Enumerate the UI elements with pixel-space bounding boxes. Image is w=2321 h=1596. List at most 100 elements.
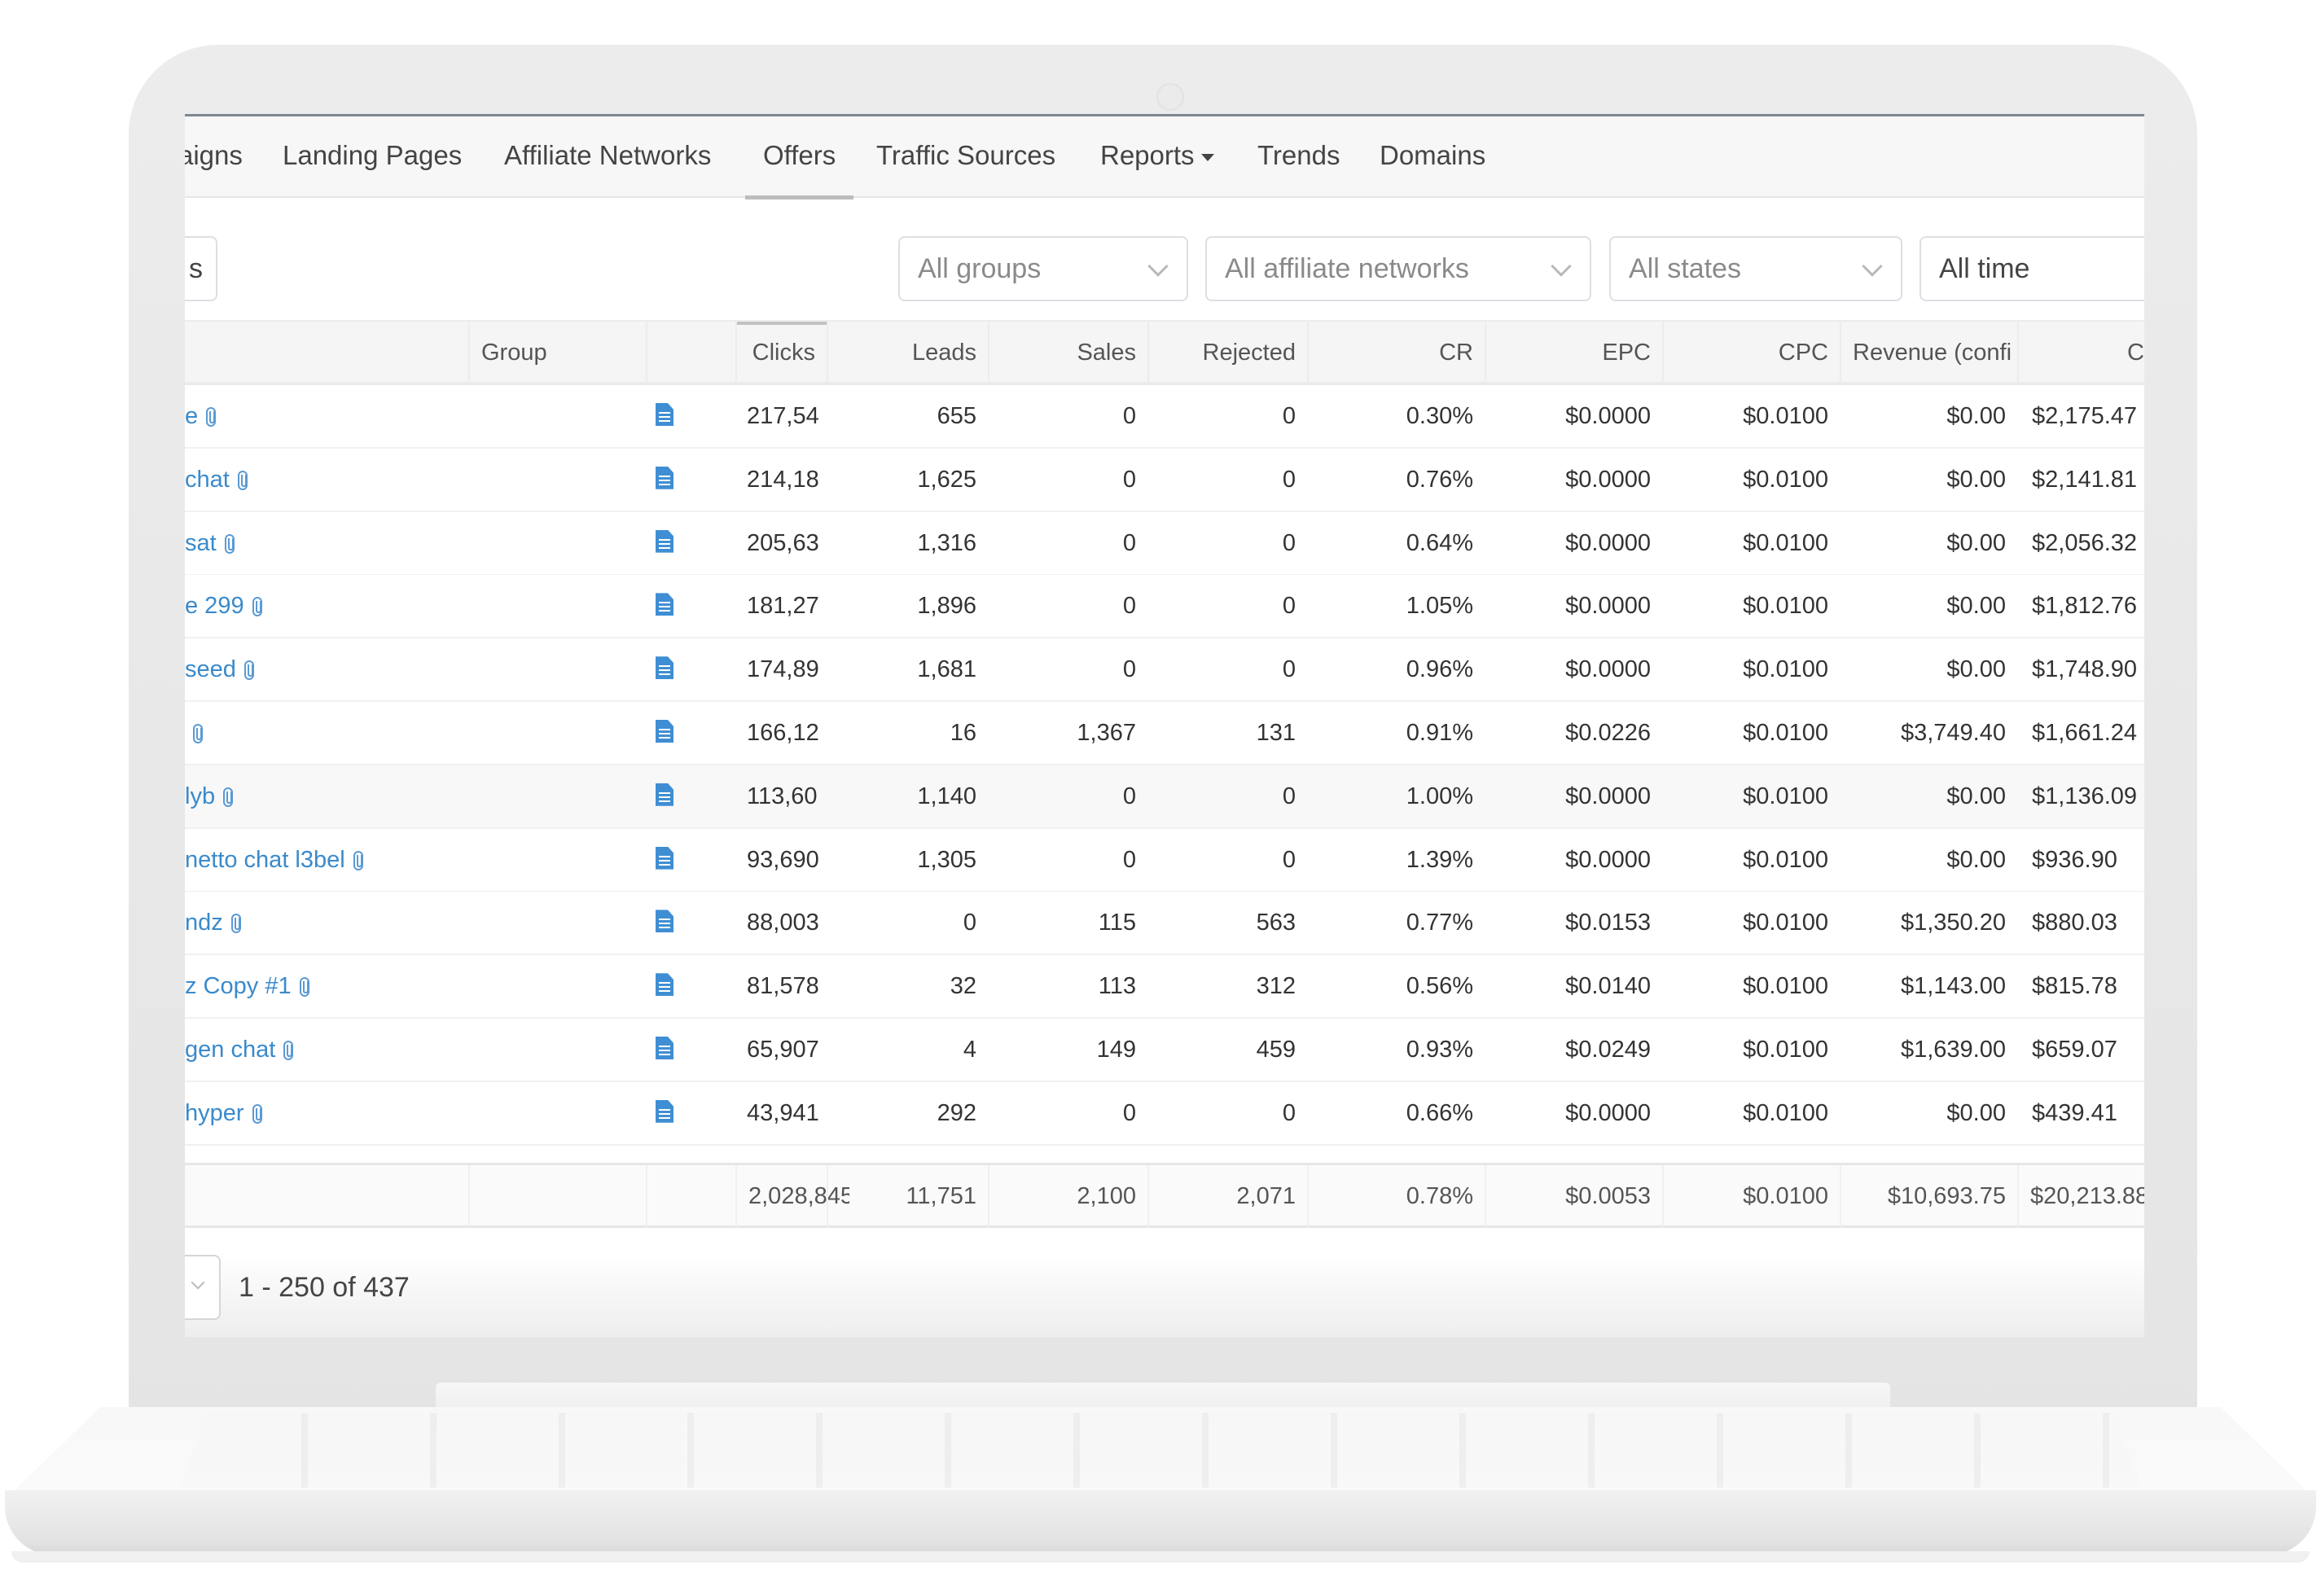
column-header-cr[interactable]: CR (1307, 322, 1485, 384)
paperclip-icon[interactable] (237, 470, 248, 490)
notes-document-icon[interactable] (656, 1099, 673, 1123)
nav-item-traffic-sources[interactable]: Traffic Sources (876, 116, 1055, 198)
table-row[interactable]: ndz 88,003 0 115 563 0.77% $0.0153 $0.0100 $1,35… (185, 892, 2144, 956)
column-header-name[interactable] (185, 322, 468, 384)
notes-document-icon[interactable] (656, 973, 673, 997)
cell-cr: 1.00% (1406, 783, 1473, 809)
column-header-rejected[interactable]: Rejected (1147, 322, 1307, 384)
nav-item-offers[interactable]: Offers (744, 116, 854, 200)
nav-item-landing-pages[interactable]: Landing Pages (283, 116, 462, 198)
cell-sales: 0 (1122, 529, 1136, 556)
table-row[interactable]: netto chat l3bel 93,690 1,305 0 0 1.39% $0.000… (185, 828, 2144, 892)
offer-name-link[interactable]: chat (185, 467, 230, 493)
keyboard (179, 1413, 2142, 1488)
table-row[interactable]: e 299 181,27 1,896 0 0 1.05% $0.0000 $0.0100 $0.… (185, 575, 2144, 639)
group-filter-select[interactable]: All groups (898, 236, 1188, 301)
affiliate-network-filter-select[interactable]: All affiliate networks (1205, 236, 1591, 301)
cell-name: netto chat l3bel (185, 829, 467, 891)
totals-cr: 0.78% (1307, 1165, 1485, 1227)
cell-cr: 0.91% (1406, 720, 1473, 746)
offer-name-link[interactable]: e 299 (185, 593, 244, 619)
cell-cost: $2,141.81 (2032, 466, 2138, 493)
date-range-value: All time (1939, 253, 2030, 284)
cell-group (468, 892, 646, 954)
totals-rejected: 2,071 (1147, 1165, 1307, 1227)
cell-cpc: $0.0100 (1743, 720, 1828, 746)
notes-document-icon[interactable] (656, 466, 673, 489)
paperclip-icon[interactable] (252, 1103, 262, 1124)
column-header-cpc[interactable]: CPC (1662, 322, 1840, 384)
notes-document-icon[interactable] (656, 593, 673, 616)
offer-name-link[interactable]: gen chat (185, 1037, 275, 1063)
offer-name-link[interactable]: ndz (185, 910, 223, 936)
cell-name: lyb (185, 765, 467, 827)
date-range-select[interactable]: All time (1920, 236, 2144, 301)
column-header-clicks[interactable]: Clicks (735, 322, 827, 384)
paperclip-icon[interactable] (299, 977, 309, 998)
cell-revenue: $1,143.00 (1900, 973, 2006, 1000)
column-header-group[interactable]: Group (468, 322, 646, 384)
cell-cost: $439.41 (2032, 1099, 2117, 1126)
cell-sales: 0 (1122, 656, 1136, 683)
paperclip-icon[interactable] (244, 660, 254, 681)
cell-epc: $0.0153 (1565, 910, 1651, 936)
offer-name-link[interactable]: lyb (185, 783, 215, 809)
notes-document-icon[interactable] (656, 529, 673, 553)
notes-document-icon[interactable] (656, 783, 673, 806)
offer-name-link[interactable]: z Copy #1 (185, 973, 292, 999)
notes-document-icon[interactable] (656, 656, 673, 680)
offer-name-link[interactable]: seed (185, 656, 236, 682)
column-header-cost[interactable]: C (2017, 322, 2144, 384)
state-filter-select[interactable]: All states (1609, 236, 1902, 301)
cell-clicks: 181,27 (747, 593, 819, 620)
table-row[interactable]: chat 214,18 1,625 0 0 0.76% $0.0000 $0.0100 $0.0… (185, 448, 2144, 512)
column-header-sales[interactable]: Sales (988, 322, 1147, 384)
nav-item-campaigns[interactable]: aigns (185, 116, 243, 198)
paperclip-icon[interactable] (230, 914, 241, 934)
nav-item-reports[interactable]: Reports (1100, 116, 1214, 198)
paperclip-icon[interactable] (206, 407, 217, 427)
paperclip-icon[interactable] (283, 1041, 294, 1060)
paperclip-icon[interactable] (353, 850, 363, 870)
column-header-epc[interactable]: EPC (1485, 322, 1662, 384)
cell-rejected: 0 (1282, 783, 1296, 809)
cell-rejected: 0 (1282, 529, 1296, 556)
notes-document-icon[interactable] (656, 1037, 673, 1059)
column-header-notes[interactable] (646, 322, 735, 384)
paperclip-icon[interactable] (252, 597, 262, 617)
column-header-leads[interactable]: Leads (827, 322, 988, 384)
cell-rejected: 312 (1256, 973, 1296, 1000)
offer-name-link[interactable]: hyper (185, 1100, 244, 1126)
notes-document-icon[interactable] (656, 403, 673, 426)
table-row[interactable]: hyper 43,941 292 0 0 0.66% $0.0000 $0.0100 $0.00… (185, 1081, 2144, 1146)
cell-leads: 1,140 (917, 783, 976, 809)
paperclip-icon[interactable] (224, 533, 235, 554)
nav-item-affiliate-networks[interactable]: Affiliate Networks (504, 116, 711, 198)
page-size-select[interactable] (185, 1255, 221, 1320)
offer-name-link[interactable]: netto chat l3bel (185, 847, 345, 873)
totals-cost: $20,213.88 (2017, 1165, 2144, 1227)
table-row[interactable]: z Copy #1 81,578 32 113 312 0.56% $0.0140 $0.01… (185, 955, 2144, 1019)
nav-item-reports-label: Reports (1100, 140, 1195, 170)
offer-name-link[interactable]: sat (185, 530, 217, 556)
table-row[interactable]: e 217,54 655 0 0 0.30% $0.0000 $0.0100 $0.00 $2,1… (185, 385, 2144, 449)
nav-item-domains[interactable]: Domains (1380, 116, 1485, 198)
cell-rejected: 131 (1256, 720, 1296, 746)
table-row[interactable]: gen chat 65,907 4 149 459 0.93% $0.0249 $0.0100… (185, 1019, 2144, 1082)
paperclip-icon[interactable] (193, 724, 203, 743)
notes-document-icon[interactable] (656, 910, 673, 933)
notes-document-icon[interactable] (656, 846, 673, 870)
totals-epc: $0.0053 (1485, 1165, 1662, 1227)
notes-document-icon[interactable] (656, 720, 673, 743)
column-header-revenue[interactable]: Revenue (confi (1840, 322, 2017, 384)
offer-name-link[interactable]: e (185, 403, 198, 429)
table-row[interactable]: lyb 113,60 1,140 0 0 1.00% $0.0000 $0.0100 $0.00… (185, 765, 2144, 829)
cell-cost: $1,661.24 (2032, 720, 2138, 746)
columns-button[interactable]: s (185, 236, 217, 301)
cell-revenue: $0.00 (1946, 783, 2006, 809)
table-row[interactable]: sat 205,63 1,316 0 0 0.64% $0.0000 $0.0100 $0.00… (185, 511, 2144, 576)
table-row[interactable]: 166,12 16 1,367 131 0.91% $0.0226 $0.0100 $3,74… (185, 702, 2144, 765)
nav-item-trends[interactable]: Trends (1257, 116, 1340, 198)
table-row[interactable]: seed 174,89 1,681 0 0 0.96% $0.0000 $0.0100 $0.0… (185, 638, 2144, 703)
paperclip-icon[interactable] (223, 787, 234, 807)
